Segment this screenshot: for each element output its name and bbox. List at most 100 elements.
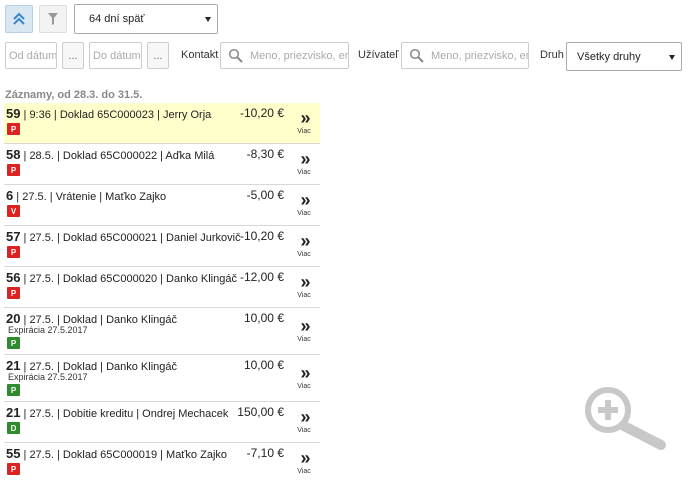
double-chevron-right-icon: » [300,316,310,336]
record-more-label: Viac [297,468,311,475]
record-amount: -10,20 € [239,106,284,120]
search-icon [409,48,424,63]
record-more-button[interactable]: » Viac [288,226,320,266]
record-row[interactable]: 58 | 28.5. | Doklad 65C000022 | Aďka Mil… [4,144,320,185]
zoom-button[interactable] [584,386,666,455]
record-row[interactable]: 20 | 27.5. | Doklad | Danko Klingáč 10,00… [4,308,320,355]
period-select-value: 64 dní späť [89,13,145,25]
record-summary: 59 | 9:36 | Doklad 65C000023 | Jerry Orj… [6,106,211,121]
record-expiry: Expirácia 27.5.2017 [8,325,88,335]
record-more-button[interactable]: » Viac [288,144,320,184]
record-row[interactable]: 59 | 9:36 | Doklad 65C000023 | Jerry Orj… [4,103,320,144]
record-row[interactable]: 21 | 27.5. | Dobitie kreditu | Ondrej Me… [4,402,320,443]
record-number: 59 [6,106,21,121]
record-amount: -8,30 € [246,147,284,161]
record-more-button[interactable]: » Viac [288,402,320,442]
contact-search-input[interactable]: Meno, priezvisko, em [220,42,349,69]
record-number: 57 [6,229,21,244]
funnel-icon [48,13,58,25]
record-amount: -7,10 € [246,446,284,460]
record-number: 20 [6,311,21,326]
record-amount: -10,20 € [239,229,284,243]
period-select[interactable]: 64 dní späť [74,4,218,34]
chevron-down-icon [205,17,211,22]
records-title: Záznamy, od 28.3. do 31.5. [5,89,143,101]
record-number: 21 [6,358,21,373]
record-type-badge: P [7,463,20,475]
record-number: 21 [6,405,21,420]
record-summary: 6 | 27.5. | Vrátenie | Maťko Zajko [6,188,166,203]
chevron-down-icon [669,55,675,60]
double-chevron-right-icon: » [300,149,310,169]
record-more-label: Viac [297,210,311,217]
record-description: | 27.5. | Dobitie kreditu | Ondrej Mecha… [20,408,229,420]
search-icon [228,48,243,63]
record-type-badge: P [7,164,20,176]
record-amount: -5,00 € [246,188,284,202]
record-more-button[interactable]: » Viac [288,308,320,354]
record-more-label: Viac [297,128,311,135]
filters-row: Od dátumu ... Do dátumu ... Kontakt Meno… [5,42,695,71]
user-label: Užívateľ [358,49,399,61]
record-more-button[interactable]: » Viac [288,103,320,143]
type-label: Druh [540,49,564,61]
to-date-picker-button[interactable]: ... [147,42,169,69]
type-select-value: Všetky druhy [577,50,641,63]
record-row[interactable]: 56 | 27.5. | Doklad 65C000020 | Danko Kl… [4,267,320,308]
record-summary: 55 | 27.5. | Doklad 65C000019 | Maťko Za… [6,446,227,461]
toolbar: 64 dní späť [5,4,218,34]
record-number: 55 [6,446,21,461]
record-row[interactable]: 57 | 27.5. | Doklad 65C000021 | Daniel J… [4,226,320,267]
record-more-label: Viac [297,169,311,176]
double-chevron-right-icon: » [300,407,310,427]
user-search-placeholder: Meno, priezvisko, em [431,49,529,62]
record-more-button[interactable]: » Viac [288,267,320,307]
filter-button[interactable] [39,5,67,33]
type-select[interactable]: Všetky druhy [566,42,682,71]
record-more-label: Viac [297,427,311,434]
record-type-badge: P [7,287,20,299]
from-date-picker-label: ... [68,50,78,62]
record-row[interactable]: 55 | 27.5. | Doklad 65C000019 | Maťko Za… [4,443,320,482]
record-description: | 28.5. | Doklad 65C000022 | Aďka Milá [20,150,215,162]
to-date-placeholder: Do dátumu [93,49,142,62]
record-more-label: Viac [297,383,311,390]
record-type-badge: V [7,205,20,217]
double-chevron-right-icon: » [300,231,310,251]
record-type-badge: P [7,123,20,135]
record-summary: 56 | 27.5. | Doklad 65C000020 | Danko Kl… [6,270,237,285]
record-description: | 9:36 | Doklad 65C000023 | Jerry Orja [20,109,212,121]
record-type-badge: D [7,422,20,434]
record-more-button[interactable]: » Viac [288,185,320,225]
record-number: 58 [6,147,21,162]
record-description: | 27.5. | Doklad 65C000020 | Danko Kling… [20,273,237,285]
records-list: 59 | 9:36 | Doklad 65C000023 | Jerry Orj… [4,103,320,482]
double-chevron-up-icon [13,12,25,25]
from-date-input[interactable]: Od dátumu [5,42,57,69]
double-chevron-right-icon: » [300,108,310,128]
record-description: | 27.5. | Vrátenie | Maťko Zajko [13,191,167,203]
contact-search-placeholder: Meno, priezvisko, em [250,49,349,62]
record-type-badge: P [7,384,20,396]
record-summary: 57 | 27.5. | Doklad 65C000021 | Daniel J… [6,229,241,244]
record-more-button[interactable]: » Viac [288,355,320,401]
from-date-picker-button[interactable]: ... [62,42,84,69]
to-date-input[interactable]: Do dátumu [89,42,142,69]
user-search-input[interactable]: Meno, priezvisko, em [401,42,529,69]
record-description: | 27.5. | Doklad 65C000019 | Maťko Zajko [20,449,228,461]
zoom-in-magnifier-icon [585,387,666,450]
collapse-filters-button[interactable] [5,5,33,33]
record-more-label: Viac [297,292,311,299]
record-amount: 150,00 € [237,405,284,419]
to-date-picker-label: ... [153,50,163,62]
record-row[interactable]: 21 | 27.5. | Doklad | Danko Klingáč 10,00… [4,355,320,402]
record-summary: 58 | 28.5. | Doklad 65C000022 | Aďka Mil… [6,147,214,162]
record-more-button[interactable]: » Viac [288,443,320,482]
record-summary: 21 | 27.5. | Doklad | Danko Klingáč [6,358,177,373]
double-chevron-right-icon: » [300,272,310,292]
record-summary: 21 | 27.5. | Dobitie kreditu | Ondrej Me… [6,405,228,420]
record-amount: 10,00 € [243,311,284,325]
record-more-label: Viac [297,336,311,343]
record-amount: 10,00 € [243,358,284,372]
record-row[interactable]: 6 | 27.5. | Vrátenie | Maťko Zajko -5,00 … [4,185,320,226]
